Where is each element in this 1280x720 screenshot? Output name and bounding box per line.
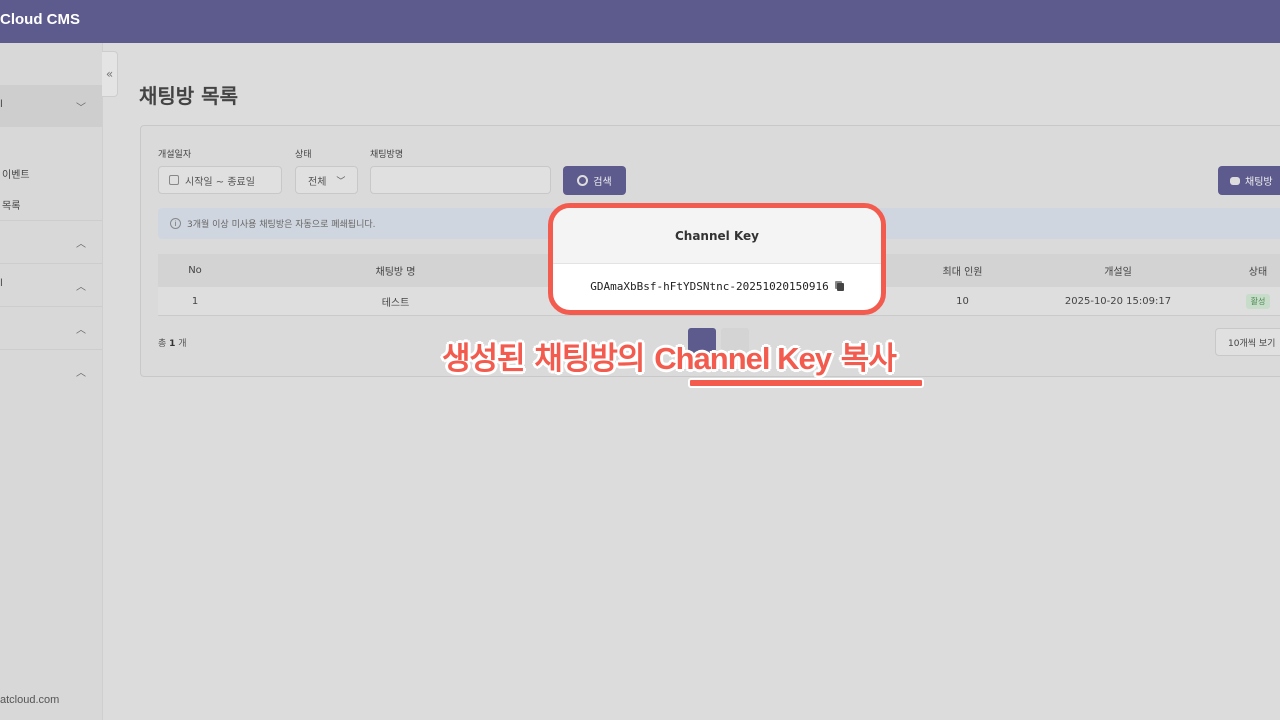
status-filter-label: 상태 xyxy=(295,150,312,160)
copy-icon[interactable] xyxy=(834,281,844,291)
sidebar-item-1[interactable]: l ﹀ xyxy=(0,85,102,127)
sidebar-item-4[interactable]: ︿ xyxy=(0,306,102,349)
chevron-down-icon: ﹀ xyxy=(336,176,346,187)
chevron-up-icon: ︿ xyxy=(76,282,86,293)
sidebar-item-label: l xyxy=(0,278,3,289)
annotation-highlight: Channel Key xyxy=(654,341,832,376)
col-header-created: 개설일 xyxy=(1104,267,1132,278)
channel-key-title: Channel Key xyxy=(553,208,881,264)
date-range-placeholder: 시작일 ~ 종료일 xyxy=(185,176,255,188)
sidebar-item-label: 이벤트 xyxy=(2,170,30,181)
cell-name: 테스트 xyxy=(381,297,410,309)
sidebar-item-label: 목록 xyxy=(2,201,21,212)
page-size-select[interactable]: 10개씩 보기 xyxy=(1215,328,1280,356)
sidebar-footer: atcloud.com xyxy=(0,694,60,706)
cell-created: 2025-10-20 15:09:17 xyxy=(1064,295,1172,307)
status-badge: 활성 xyxy=(1245,293,1271,309)
sidebar: l ﹀ 이벤트 목록 ︿ l ︿ ︿ ︿ atcloud.com xyxy=(0,43,103,720)
status-select-value: 전체 xyxy=(308,176,327,188)
col-header-max: 최대 인원 xyxy=(942,267,983,278)
cell-no: 1 xyxy=(191,295,199,307)
notice-text: 3개월 이상 미사용 채팅방은 자동으로 폐쇄됩니다. xyxy=(187,220,376,230)
chevron-down-icon: ﹀ xyxy=(76,103,86,114)
info-icon: i xyxy=(170,218,181,229)
search-icon xyxy=(577,175,589,186)
total-number: 1 xyxy=(169,339,176,349)
annotation-prefix: 생성된 채팅방의 xyxy=(442,341,655,377)
tutorial-annotation: 생성된 채팅방의 Channel Key 복사 xyxy=(442,333,897,378)
col-header-name: 채팅방 명 xyxy=(375,267,416,278)
sidebar-item-label: l xyxy=(0,99,3,110)
sidebar-item-3[interactable]: l ︿ xyxy=(0,263,102,306)
cell-status: 활성 xyxy=(1233,287,1280,315)
brand-title: Cloud CMS xyxy=(0,11,80,28)
col-header-no: No xyxy=(188,265,202,276)
chevron-up-icon: ︿ xyxy=(76,325,86,336)
page-title: 채팅방 목록 xyxy=(139,84,238,108)
sidebar-item-5[interactable]: ︿ xyxy=(0,349,102,392)
channel-key-value: GDAmaXbBsf-hFtYDSNtnc-20251020150916 xyxy=(590,279,829,293)
chatroom-name-input[interactable] xyxy=(370,166,551,194)
channel-key-popup: Channel Key GDAmaXbBsf-hFtYDSNtnc-202510… xyxy=(548,203,886,315)
date-filter-label: 개설일자 xyxy=(158,150,192,160)
annotation-underline xyxy=(688,378,924,388)
cell-max: 10 xyxy=(956,295,969,307)
chat-bubble-icon xyxy=(1230,176,1240,185)
search-button[interactable]: 검색 xyxy=(563,166,626,195)
total-suffix: 개 xyxy=(178,339,187,349)
total-prefix: 총 xyxy=(158,339,167,349)
sidebar-item-2[interactable]: ︿ xyxy=(0,220,102,263)
total-count: 총 1 개 xyxy=(158,336,187,349)
col-header-status: 상태 xyxy=(1248,267,1268,278)
date-range-input[interactable]: 시작일 ~ 종료일 xyxy=(158,166,282,194)
chevron-up-icon: ︿ xyxy=(76,368,86,379)
calendar-icon xyxy=(169,175,179,185)
annotation-suffix: 복사 xyxy=(831,341,897,377)
double-chevron-left-icon: « xyxy=(105,67,114,81)
chevron-up-icon: ︿ xyxy=(76,239,86,250)
name-filter-label: 채팅방명 xyxy=(370,150,404,160)
status-select[interactable]: 전체 ﹀ xyxy=(295,166,358,194)
page-size-value: 10개씩 보기 xyxy=(1228,338,1276,349)
search-button-label: 검색 xyxy=(593,177,612,188)
create-chatroom-button[interactable]: 채팅방 xyxy=(1218,166,1280,195)
create-button-label: 채팅방 xyxy=(1245,177,1273,188)
top-bar: Cloud CMS xyxy=(0,0,1280,43)
channel-key-row[interactable]: GDAmaXbBsf-hFtYDSNtnc-20251020150916 xyxy=(553,264,881,308)
sidebar-collapse-button[interactable]: « xyxy=(102,51,118,97)
